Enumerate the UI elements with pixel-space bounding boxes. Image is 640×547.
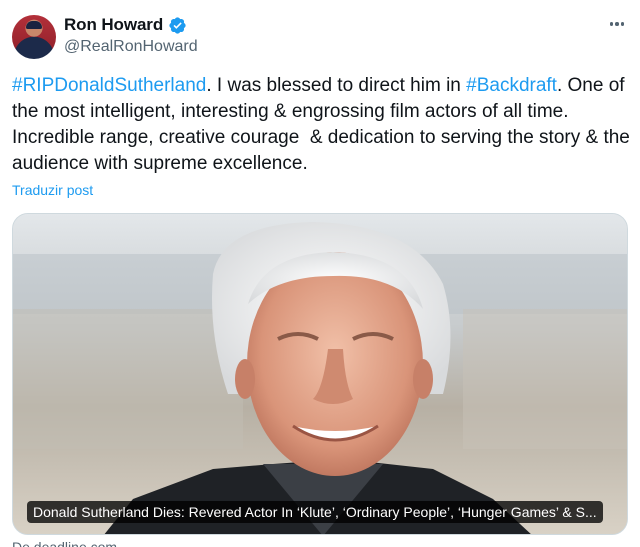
hashtag-link[interactable]: #RIPDonaldSutherland	[12, 75, 206, 96]
more-horizontal-icon	[609, 22, 614, 26]
verified-badge-icon	[169, 16, 186, 34]
tweet: Ron Howard @RealRonHoward #RIPDonaldSuth…	[0, 0, 640, 547]
avatar[interactable]	[12, 15, 56, 59]
link-source[interactable]: De deadline.com	[12, 539, 117, 547]
author-name-row: Ron Howard	[64, 15, 187, 35]
link-preview-title: Donald Sutherland Dies: Revered Actor In…	[27, 501, 603, 523]
more-horizontal-icon-dot	[620, 22, 625, 26]
translate-post-link[interactable]: Traduzir post	[12, 182, 93, 198]
hashtag-link[interactable]: #Backdraft	[466, 75, 557, 96]
more-options-button[interactable]	[604, 14, 630, 34]
post-text: #RIPDonaldSutherland. I was blessed to d…	[12, 73, 632, 177]
preview-image	[13, 214, 627, 534]
avatar-cap	[26, 21, 42, 29]
link-preview-card[interactable]: Donald Sutherland Dies: Revered Actor In…	[12, 213, 628, 535]
author-handle[interactable]: @RealRonHoward	[64, 38, 198, 56]
more-horizontal-icon-dot	[615, 22, 619, 26]
author-display-name[interactable]: Ron Howard	[64, 15, 163, 35]
post-text-segment: . I was blessed to direct him in	[206, 75, 467, 96]
